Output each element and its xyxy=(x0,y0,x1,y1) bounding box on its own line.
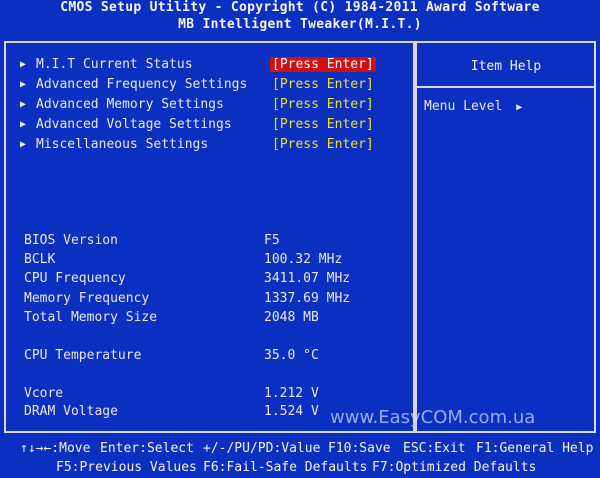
cpu-frequency-value: 3411.07 MHz xyxy=(264,271,351,286)
app-title: CMOS Setup Utility - Copyright (C) 1984-… xyxy=(60,0,540,15)
menu-level: Menu Level ▶ xyxy=(424,99,522,114)
cpu-temperature-value: 35.0 °C xyxy=(264,348,319,363)
menu-level-arrow-icon: ▶ xyxy=(516,102,523,113)
press-enter-button[interactable]: [Press Enter] xyxy=(270,117,376,132)
total-memory-size-label: Total Memory Size xyxy=(24,310,158,325)
page-title: MB Intelligent Tweaker(M.I.T.) xyxy=(178,17,422,32)
press-enter-button[interactable]: [Press Enter] xyxy=(270,97,376,112)
cpu-temperature-label: CPU Temperature xyxy=(24,348,142,363)
press-enter-button[interactable]: [Press Enter] xyxy=(270,57,376,72)
menu-item-label: Advanced Frequency Settings xyxy=(36,77,248,92)
bclk-value: 100.32 MHz xyxy=(264,252,343,267)
menu-item-advanced-frequency-settings[interactable]: ▶ Advanced Frequency Settings [Press Ent… xyxy=(20,77,380,95)
press-enter-button[interactable]: [Press Enter] xyxy=(270,137,376,152)
vcore-value: 1.212 V xyxy=(264,386,319,401)
total-memory-size-value: 2048 MB xyxy=(264,310,319,325)
submenu-arrow-icon: ▶ xyxy=(20,139,27,150)
item-help-title: Item Help xyxy=(470,59,542,74)
key-hint-exit: ESC:Exit xyxy=(403,441,466,456)
menu-item-advanced-memory-settings[interactable]: ▶ Advanced Memory Settings [Press Enter] xyxy=(20,97,380,115)
submenu-arrow-icon: ▶ xyxy=(20,119,27,130)
submenu-arrow-icon: ▶ xyxy=(20,59,27,70)
key-hint-fail-safe-defaults: F6:Fail-Safe Defaults xyxy=(203,460,368,475)
memory-frequency-label: Memory Frequency xyxy=(24,291,150,306)
key-hint-save: F10:Save xyxy=(328,441,391,456)
cpu-frequency-label: CPU Frequency xyxy=(24,271,126,286)
menu-item-label: M.I.T Current Status xyxy=(36,57,193,72)
key-hint-general-help: F1:General Help xyxy=(476,441,594,456)
menu-item-label: Advanced Voltage Settings xyxy=(36,117,232,132)
key-hint-select: Enter:Select xyxy=(100,441,194,456)
key-hint-value: +/-/PU/PD:Value xyxy=(203,441,321,456)
press-enter-button[interactable]: [Press Enter] xyxy=(270,77,376,92)
submenu-arrow-icon: ▶ xyxy=(20,79,27,90)
menu-item-mit-current-status[interactable]: ▶ M.I.T Current Status [Press Enter] xyxy=(20,57,380,75)
submenu-arrow-icon: ▶ xyxy=(20,99,27,110)
main-panel: ▶ M.I.T Current Status [Press Enter] ▶ A… xyxy=(4,41,596,433)
key-hint-previous-values: F5:Previous Values xyxy=(56,460,197,475)
help-divider xyxy=(417,86,594,88)
menu-item-label: Advanced Memory Settings xyxy=(36,97,224,112)
dram-voltage-label: DRAM Voltage xyxy=(24,404,118,419)
vcore-label: Vcore xyxy=(24,386,64,401)
bios-version-value: F5 xyxy=(264,233,280,248)
menu-item-miscellaneous-settings[interactable]: ▶ Miscellaneous Settings [Press Enter] xyxy=(20,137,380,155)
key-hint-optimized-defaults: F7:Optimized Defaults xyxy=(372,460,537,475)
menu-item-label: Miscellaneous Settings xyxy=(36,137,209,152)
dram-voltage-value: 1.524 V xyxy=(264,404,319,419)
menu-level-label: Menu Level xyxy=(424,99,503,114)
bclk-label: BCLK xyxy=(24,252,56,267)
memory-frequency-value: 1337.69 MHz xyxy=(264,291,351,306)
panel-divider xyxy=(413,43,417,431)
key-hint-move: ↑↓→←:Move xyxy=(20,441,91,456)
watermark: www.EasyCOM.com.ua xyxy=(330,407,536,428)
menu-item-advanced-voltage-settings[interactable]: ▶ Advanced Voltage Settings [Press Enter… xyxy=(20,117,380,135)
bios-version-label: BIOS Version xyxy=(24,233,118,248)
